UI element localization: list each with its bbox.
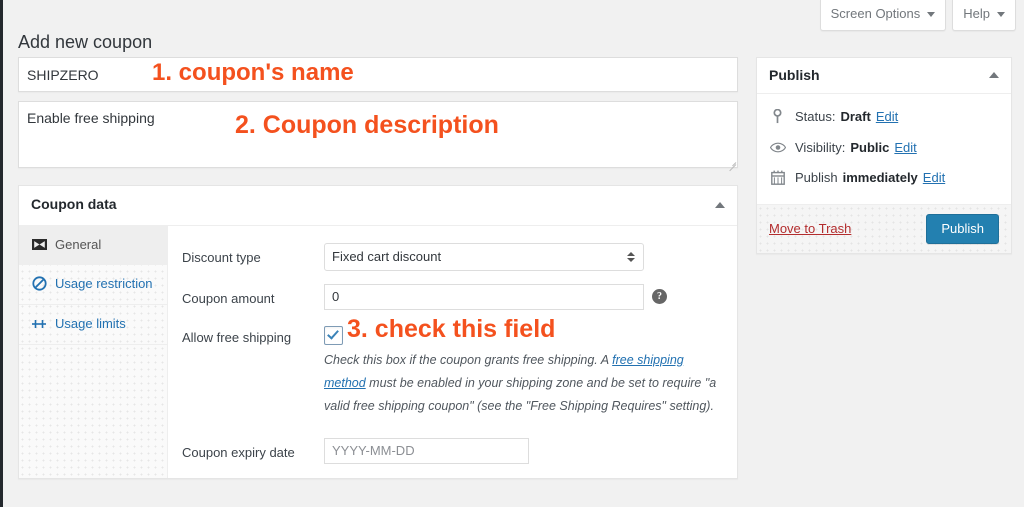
visibility-edit-link[interactable]: Edit [894, 138, 916, 158]
eye-icon [769, 139, 786, 156]
post-status-pin-icon [769, 108, 786, 125]
coupon-code-input[interactable] [18, 57, 738, 92]
allow-free-shipping-description: Check this box if the coupon grants free… [324, 349, 723, 418]
coupon-expiry-label: Coupon expiry date [182, 444, 295, 460]
crosshair-icon [31, 315, 47, 332]
calendar-icon [769, 169, 786, 186]
coupon-data-title: Coupon data [31, 196, 117, 212]
page-title: Add new coupon [18, 32, 153, 53]
tabs-filler [19, 345, 167, 449]
field-discount-type: Discount type Fixed cart discount [182, 242, 723, 271]
coupon-description-input[interactable] [18, 101, 738, 168]
schedule-prefix: Publish [795, 170, 838, 185]
collapse-toggle-icon[interactable] [989, 72, 999, 78]
publish-box: Publish Status: Draft Edit Visibility: P… [756, 57, 1012, 254]
visibility-prefix: Visibility: [795, 139, 846, 155]
discount-type-label: Discount type [182, 249, 261, 265]
coupon-general-fields: Discount type Fixed cart discount Coupon… [168, 226, 737, 478]
help-label: Help [963, 6, 990, 21]
coupon-data-panel: Coupon data General Usage restriction Us… [18, 185, 738, 479]
ticket-icon [31, 236, 47, 253]
status-prefix: Status: [795, 109, 836, 124]
chevron-down-icon [927, 11, 936, 17]
chevron-down-icon [997, 11, 1005, 17]
tab-general-label: General [55, 236, 102, 252]
status-edit-link[interactable]: Edit [876, 107, 898, 127]
allow-free-shipping-label: Allow free shipping [182, 329, 292, 345]
tab-usage-limits-label: Usage limits [55, 316, 126, 332]
field-allow-free-shipping: Allow free shipping Check this box if th… [182, 323, 723, 418]
admin-menu-edge-inner [3, 0, 7, 507]
field-coupon-amount: Coupon amount ? [182, 283, 723, 310]
move-to-trash-link[interactable]: Move to Trash [769, 221, 851, 236]
coupon-data-header: Coupon data [19, 186, 737, 226]
screen-meta-links: Screen Options Help [819, 0, 1016, 31]
schedule-edit-link[interactable]: Edit [923, 168, 945, 188]
help-tip-icon[interactable]: ? [652, 288, 667, 304]
status-value: Draft [840, 109, 871, 124]
visibility-value: Public [850, 139, 890, 155]
coupon-data-tabs: General Usage restriction Usage limits [19, 225, 168, 478]
screen-options-label: Screen Options [830, 6, 921, 21]
publish-box-body: Status: Draft Edit Visibility: Public Ed… [757, 94, 1011, 204]
help-button[interactable]: Help [952, 0, 1016, 31]
discount-type-select[interactable]: Fixed cart discount [324, 242, 644, 271]
desc-part-1: Check this box if the coupon grants free… [324, 352, 613, 367]
allow-free-shipping-checkbox[interactable] [324, 326, 343, 346]
tab-usage-limits[interactable]: Usage limits [19, 305, 167, 346]
coupon-amount-input[interactable] [324, 283, 644, 310]
publish-sidebar: Publish Status: Draft Edit Visibility: P… [756, 57, 1012, 254]
tab-general[interactable]: General [19, 225, 167, 266]
publish-box-footer: Move to Trash Publish [757, 203, 1011, 253]
tab-usage-restriction-label: Usage restriction [55, 276, 153, 292]
collapse-toggle-icon[interactable] [715, 201, 725, 208]
publish-schedule-row: Publish immediately Edit [769, 163, 999, 194]
coupon-description-wrap [18, 101, 738, 172]
coupon-expiry-input[interactable] [324, 437, 529, 464]
schedule-value: immediately [842, 170, 918, 185]
coupon-data-body: General Usage restriction Usage limits D… [19, 225, 737, 478]
block-icon [31, 275, 47, 292]
coupon-amount-label: Coupon amount [182, 290, 275, 306]
screen-options-button[interactable]: Screen Options [819, 0, 947, 31]
publish-box-title: Publish [769, 67, 820, 83]
field-coupon-expiry: Coupon expiry date [182, 437, 723, 464]
desc-part-2: must be enabled in your shipping zone an… [324, 375, 717, 413]
publish-status-row: Status: Draft Edit [769, 102, 999, 133]
publish-button[interactable]: Publish [926, 213, 999, 244]
publish-visibility-row: Visibility: Public Edit [769, 133, 999, 164]
main-column: Coupon data General [18, 57, 738, 479]
tab-usage-restriction[interactable]: Usage restriction [19, 265, 167, 306]
publish-box-header: Publish [757, 58, 1011, 94]
